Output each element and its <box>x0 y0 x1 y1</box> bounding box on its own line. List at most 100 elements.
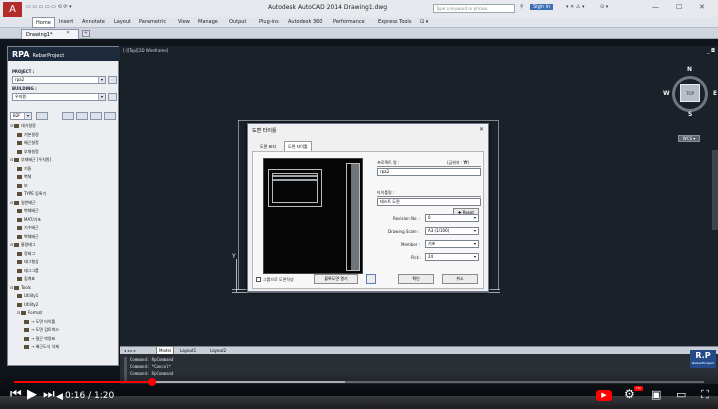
viewcube[interactable]: TOP N S W E WCS ▾ <box>663 58 717 142</box>
tree-item[interactable]: 기본설정 <box>17 132 39 137</box>
quick-access-icons[interactable]: ▭ ▭ ▭ ▭ ▭ ⟲ ⟳ ▾ <box>26 4 72 10</box>
folder-icon <box>24 319 29 324</box>
tree-item[interactable]: ⊟ 대기설정 <box>10 123 36 128</box>
layout-nav-icons[interactable]: ◂ ◂ ▸ ▸ <box>122 347 138 354</box>
viewcube-top-face[interactable]: TOP <box>680 84 700 102</box>
tree-item[interactable]: ⊟ 물량태그 <box>10 242 36 247</box>
tree-item[interactable]: 태그그룹 <box>17 268 39 273</box>
tab-layout2[interactable]: Layout2 <box>208 347 228 354</box>
miniplayer-icon[interactable]: ▣ <box>651 388 661 401</box>
fullscreen-icon[interactable]: ⛶ <box>701 388 709 401</box>
tree-item[interactable]: ⊟ Tools <box>10 285 31 290</box>
viewport-label[interactable]: [-][Top][2D Wireframe] <box>123 48 168 53</box>
previous-icon[interactable]: ⏮ <box>10 388 22 401</box>
tab-parametric[interactable]: Parametric <box>139 19 166 25</box>
tab-layout1[interactable]: Layout1 <box>178 347 198 354</box>
folder-icon <box>17 260 22 264</box>
tree-item[interactable]: 보 <box>17 183 28 188</box>
tree-item[interactable]: → 배근도식 삭제 <box>24 344 59 349</box>
tree-item[interactable]: → 도면 검토박스 <box>24 327 59 332</box>
tree-item[interactable]: → 도면 타이틀 <box>24 319 55 324</box>
compass-south[interactable]: S <box>688 111 692 118</box>
open-block-button[interactable]: 블록도면 열기 <box>314 274 358 284</box>
tree-item[interactable]: ⊟ Format <box>17 310 42 315</box>
file-tab-drawing1[interactable]: Drawing1* <box>21 29 79 39</box>
video-progress-bar[interactable] <box>14 378 704 386</box>
tab-manage[interactable]: Manage <box>198 19 218 25</box>
new-tab-button[interactable]: + <box>82 30 90 37</box>
building-button[interactable] <box>108 93 117 101</box>
minimize-button[interactable]: — <box>652 3 659 11</box>
tree-item[interactable]: 벽체배근 <box>17 208 39 213</box>
sign-in-button[interactable]: Sign In <box>530 4 554 10</box>
viewport-window-controls[interactable]: _ ◘ <box>707 48 715 54</box>
building-select[interactable]: 우지원 ▾ <box>12 93 106 101</box>
tab-annotate[interactable]: Annotate <box>82 19 105 25</box>
project-select[interactable]: rpa2 ▾ <box>12 76 106 84</box>
tree-item[interactable]: 기둥 <box>17 166 31 171</box>
tree-item[interactable]: Utility1 <box>17 293 38 298</box>
tree-item[interactable]: 벽체배근 <box>17 234 39 239</box>
compass-north[interactable]: N <box>687 66 692 73</box>
tree-item[interactable]: ⊟ 일반배근 <box>10 200 36 205</box>
member-select[interactable]: 기초 ▾ <box>425 240 479 248</box>
close-icon[interactable]: ✕ <box>66 30 70 36</box>
wcs-menu[interactable]: WCS ▾ <box>678 135 700 142</box>
tab-performance[interactable]: Performance <box>333 19 365 25</box>
title-name-field[interactable]: 테스트 도면 <box>377 198 481 206</box>
maximize-button[interactable]: ☐ <box>676 3 682 11</box>
tab-express-tools[interactable]: Express Tools <box>378 19 411 25</box>
dialog-close-icon[interactable]: ✕ <box>479 126 484 133</box>
tree-item[interactable]: TYPE 등록기 <box>17 191 46 196</box>
compass-west[interactable]: W <box>663 90 670 97</box>
tab-autodesk-360[interactable]: Autodesk 360 <box>288 19 323 25</box>
tree-item[interactable]: → 절곤 박용표 <box>24 336 55 341</box>
tab-plugins[interactable]: Plug-ins <box>259 19 279 25</box>
revision-select[interactable]: 0 ▾ <box>425 214 479 222</box>
help-icon[interactable]: ⊙ ▾ <box>600 4 608 10</box>
ok-button[interactable]: 확인 <box>398 274 434 284</box>
toolbar-button[interactable] <box>90 112 102 120</box>
tab-insert[interactable]: Insert <box>59 19 73 25</box>
group-checkbox[interactable] <box>256 277 261 282</box>
exchange-icon[interactable]: ▾ ✕ ⚠ ▾ <box>566 4 584 10</box>
next-icon[interactable]: ⏭ <box>43 388 55 401</box>
project-name-field[interactable]: rpa2 <box>377 168 481 176</box>
scale-select[interactable]: A3 (1/100) ▾ <box>425 227 479 235</box>
toolbar-button[interactable] <box>104 112 116 120</box>
binoculars-icon[interactable]: ⚲ <box>520 4 524 10</box>
compass-east[interactable]: E <box>713 90 717 97</box>
pick-select[interactable]: 24 ▾ <box>425 253 479 261</box>
ribbon-options-icon[interactable]: ⊡ ▾ <box>420 19 428 25</box>
tab-view[interactable]: View <box>178 19 190 25</box>
tree-item[interactable]: 태그형상 <box>17 259 39 264</box>
toolbar-button[interactable] <box>62 112 74 120</box>
small-square-button[interactable] <box>366 274 376 284</box>
tree-item[interactable]: 기수배근 <box>17 225 39 230</box>
search-input[interactable]: Type a keyword or phrase <box>433 4 515 13</box>
tree-item[interactable]: 집계표 <box>17 276 35 281</box>
tree-item[interactable]: 벽체 <box>17 174 31 179</box>
navigation-bar[interactable] <box>712 150 718 230</box>
tab-home[interactable]: Home <box>32 17 55 28</box>
toolbar-button[interactable] <box>36 112 48 120</box>
project-button[interactable] <box>108 76 117 84</box>
cancel-button[interactable]: 취소 <box>442 274 478 284</box>
tree-item[interactable]: 정태그 <box>17 251 35 256</box>
tab-layout[interactable]: Layout <box>114 19 131 25</box>
toolbar-button[interactable] <box>76 112 88 120</box>
tree-item[interactable]: 부재설정 <box>17 149 39 154</box>
close-button[interactable]: ✕ <box>699 3 705 11</box>
autocad-logo[interactable]: A <box>3 2 22 17</box>
theater-mode-icon[interactable]: ▭ <box>676 388 686 401</box>
tree-item[interactable]: Utility2 <box>17 302 38 307</box>
tree-item[interactable]: MAT/기초 <box>17 217 41 222</box>
tab-output[interactable]: Output <box>229 19 246 25</box>
tree-item[interactable]: 배근설정 <box>17 140 39 145</box>
volume-icon[interactable]: ◀ <box>56 391 63 404</box>
play-icon[interactable]: ▶ <box>27 388 37 401</box>
tree-item[interactable]: ⊟ 부재배근 [우지원] <box>10 157 51 162</box>
video-scrubber-handle[interactable] <box>148 378 156 386</box>
youtube-logo[interactable]: ▶ <box>596 390 612 401</box>
floor-select[interactable]: B2F ▾ <box>10 112 32 120</box>
